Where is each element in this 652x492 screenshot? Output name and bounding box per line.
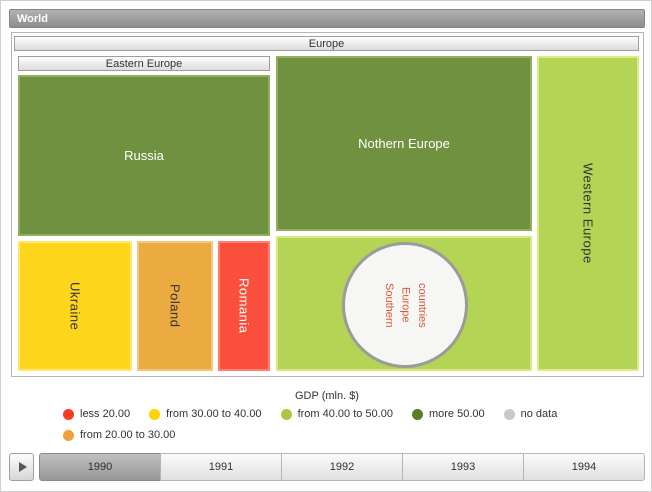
legend-item-20-30[interactable]: from 20.00 to 30.00	[63, 429, 175, 441]
year-button-1993[interactable]: 1993	[402, 453, 524, 481]
year-selector: 1990 1991 1992 1993 1994	[39, 453, 645, 481]
play-button[interactable]	[9, 453, 34, 481]
legend-row-1: less 20.00 from 30.00 to 40.00 from 40.0…	[63, 408, 638, 420]
legend-item-less-20[interactable]: less 20.00	[63, 408, 130, 420]
year-button-1994[interactable]: 1994	[523, 453, 645, 481]
legend-item-more-50[interactable]: more 50.00	[412, 408, 485, 420]
legend-row-2: from 20.00 to 30.00	[63, 429, 638, 441]
legend-item-label: no data	[521, 408, 558, 420]
cell-label-russia: Russia	[124, 148, 164, 163]
timeline: 1990 1991 1992 1993 1994	[9, 453, 645, 481]
legend-swatch-icon	[504, 409, 515, 420]
cell-label-northern-europe: Nothern Europe	[358, 136, 450, 151]
treemap-header-eastern-europe[interactable]: Eastern Europe	[18, 56, 270, 71]
cell-label-ukraine: Ukraine	[68, 282, 83, 330]
legend: less 20.00 from 30.00 to 40.00 from 40.0…	[63, 408, 638, 450]
cell-label-poland: Poland	[168, 284, 183, 327]
legend-item-no-data[interactable]: no data	[504, 408, 558, 420]
legend-item-label: more 50.00	[429, 408, 485, 420]
legend-item-label: from 20.00 to 30.00	[80, 429, 175, 441]
legend-swatch-icon	[63, 409, 74, 420]
legend-item-30-40[interactable]: from 30.00 to 40.00	[149, 408, 261, 420]
legend-title: GDP (mln. $)	[1, 390, 652, 402]
cell-label-southern-europe: Southern Europe countries	[380, 265, 430, 345]
legend-item-label: less 20.00	[80, 408, 130, 420]
year-button-1992[interactable]: 1992	[281, 453, 403, 481]
legend-item-label: from 40.00 to 50.00	[298, 408, 393, 420]
cell-label-romania: Romania	[237, 278, 252, 334]
legend-swatch-icon	[63, 430, 74, 441]
treemap-header-europe[interactable]: Europe	[14, 36, 639, 51]
treemap-widget: World Europe Eastern Europe Russia Ukrai…	[0, 0, 652, 492]
treemap-cell-russia[interactable]: Russia	[18, 75, 270, 236]
legend-item-label: from 30.00 to 40.00	[166, 408, 261, 420]
southern-europe-circle[interactable]: Southern Europe countries	[342, 242, 468, 368]
year-button-1990[interactable]: 1990	[39, 453, 161, 481]
treemap-cell-western-europe[interactable]: Western Europe	[537, 56, 639, 371]
treemap-cell-ukraine[interactable]: Ukraine	[18, 241, 132, 371]
legend-swatch-icon	[149, 409, 160, 420]
treemap-cell-romania[interactable]: Romania	[218, 241, 270, 371]
cell-label-western-europe: Western Europe	[581, 163, 596, 264]
treemap-europe-group: Europe Eastern Europe Russia Ukraine Pol…	[11, 32, 644, 377]
legend-swatch-icon	[412, 409, 423, 420]
treemap-cell-northern-europe[interactable]: Nothern Europe	[276, 56, 532, 231]
play-icon	[19, 462, 27, 472]
treemap-cell-poland[interactable]: Poland	[137, 241, 213, 371]
legend-item-40-50[interactable]: from 40.00 to 50.00	[281, 408, 393, 420]
year-button-1991[interactable]: 1991	[160, 453, 282, 481]
breadcrumb-world[interactable]: World	[9, 9, 645, 28]
treemap-cell-southern-europe[interactable]: Southern Europe countries	[276, 236, 532, 371]
legend-swatch-icon	[281, 409, 292, 420]
